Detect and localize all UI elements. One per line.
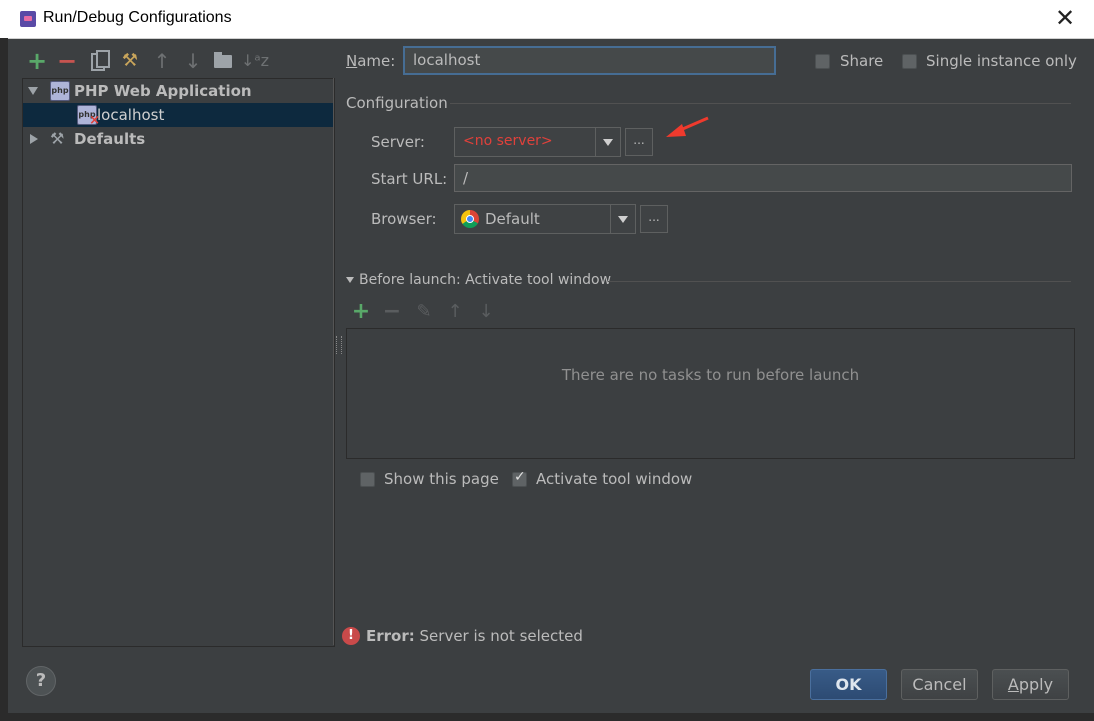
chevron-down-icon[interactable]	[595, 128, 620, 156]
single-instance-label: Single instance only	[926, 52, 1077, 70]
chevron-down-icon[interactable]	[610, 205, 635, 233]
tree-item-php-web-application[interactable]: php PHP Web Application	[23, 79, 334, 103]
before-launch-task-list[interactable]: There are no tasks to run before launch	[346, 328, 1075, 459]
add-configuration-button[interactable]: +	[24, 48, 50, 74]
server-label: Server:	[371, 133, 425, 151]
single-instance-checkbox[interactable]	[902, 54, 917, 69]
remove-configuration-button[interactable]: −	[54, 48, 80, 74]
activate-tool-window-label: Activate tool window	[536, 470, 693, 488]
splitter-grip[interactable]	[336, 336, 342, 354]
move-task-up-icon[interactable]: ↑	[444, 301, 466, 323]
configuration-heading: Configuration	[346, 94, 448, 112]
server-value: <no server>	[463, 133, 553, 149]
chrome-icon	[461, 210, 479, 228]
copy-configuration-icon[interactable]	[86, 48, 112, 74]
name-input[interactable]: localhost	[403, 46, 776, 75]
add-task-button[interactable]: +	[350, 301, 372, 323]
tree-item-localhost[interactable]: php localhost	[23, 103, 334, 130]
start-url-label: Start URL:	[371, 170, 448, 188]
share-checkbox[interactable]	[815, 54, 830, 69]
share-label: Share	[840, 52, 884, 70]
start-url-input[interactable]: /	[454, 164, 1072, 192]
configuration-tree[interactable]: php PHP Web Application php localhost ⚒ …	[22, 78, 335, 647]
browser-dropdown[interactable]: Default	[454, 204, 636, 234]
server-dropdown[interactable]: <no server>	[454, 127, 621, 157]
red-arrow-annotation	[666, 116, 709, 137]
move-down-icon[interactable]: ↓	[180, 48, 206, 74]
php-icon: php	[50, 81, 70, 101]
edit-defaults-icon[interactable]: ⚒	[117, 48, 143, 74]
apply-label: pply	[1018, 675, 1054, 694]
title-bar: Run/Debug Configurations ✕	[0, 0, 1094, 39]
error-label: Error:	[366, 627, 415, 645]
php-error-icon: php	[77, 105, 100, 130]
tree-item-label: PHP Web Application	[74, 82, 252, 100]
folder-icon[interactable]	[210, 48, 236, 74]
move-task-down-icon[interactable]: ↓	[475, 301, 497, 323]
defaults-icon: ⚒	[50, 129, 65, 148]
collapse-triangle-icon[interactable]	[346, 277, 354, 283]
collapse-arrow-icon[interactable]	[30, 134, 38, 144]
remove-task-button[interactable]: −	[381, 301, 403, 323]
browser-value: Default	[485, 210, 540, 228]
window-edge-bottom	[0, 713, 1094, 721]
name-label: Name:	[346, 52, 396, 70]
tree-item-label: localhost	[97, 106, 165, 124]
show-page-label: Show this page	[384, 470, 499, 488]
help-button[interactable]: ?	[26, 666, 56, 696]
show-page-checkbox[interactable]	[360, 472, 375, 487]
error-text: Server is not selected	[419, 627, 583, 645]
edit-task-icon[interactable]: ✎	[413, 301, 435, 323]
empty-tasks-text: There are no tasks to run before launch	[561, 366, 860, 384]
app-icon	[20, 11, 36, 27]
apply-button[interactable]: Apply	[992, 669, 1069, 700]
browser-label: Browser:	[371, 210, 437, 228]
cancel-button[interactable]: Cancel	[901, 669, 978, 700]
window-title: Run/Debug Configurations	[43, 9, 232, 26]
browser-browse-button[interactable]: ...	[640, 205, 668, 233]
before-launch-heading[interactable]: Before launch: Activate tool window	[359, 272, 611, 288]
activate-tool-window-checkbox[interactable]	[512, 469, 527, 487]
close-icon[interactable]: ✕	[1052, 3, 1078, 33]
window-edge	[0, 38, 8, 721]
expand-arrow-icon[interactable]	[28, 87, 38, 95]
move-up-icon[interactable]: ↑	[149, 48, 175, 74]
tree-item-label: Defaults	[74, 130, 146, 148]
splitter[interactable]	[333, 78, 334, 645]
sort-icon[interactable]: ↓ᵃz	[241, 48, 269, 74]
section-divider	[608, 281, 1071, 282]
server-browse-button[interactable]: ...	[625, 128, 653, 156]
tree-item-defaults[interactable]: ⚒ Defaults	[23, 127, 334, 151]
error-message: Error: Server is not selected	[366, 627, 583, 645]
section-divider	[450, 103, 1071, 104]
ok-button[interactable]: OK	[810, 669, 887, 700]
error-icon: !	[342, 627, 360, 645]
name-label-text: ame:	[357, 52, 396, 70]
